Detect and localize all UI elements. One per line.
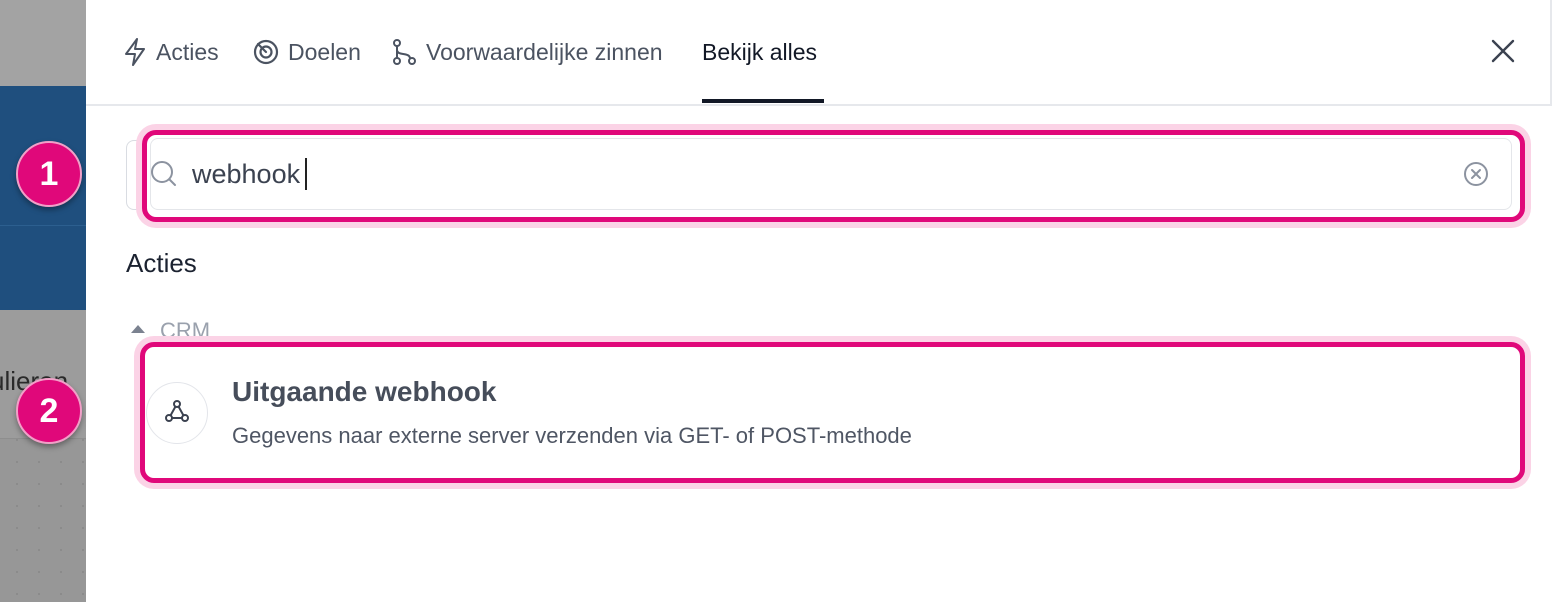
action-picker-panel: Acties Doelen Voorwaardelijke zinnen Bek… xyxy=(86,0,1552,602)
search-input[interactable] xyxy=(192,154,1432,194)
tab-bar: Acties Doelen Voorwaardelijke zinnen Bek… xyxy=(86,0,1552,106)
tab-label: Bekijk alles xyxy=(702,38,818,65)
tab-acties[interactable]: Acties xyxy=(122,0,219,104)
tab-label: Acties xyxy=(156,38,219,65)
bolt-icon xyxy=(122,37,148,67)
branch-icon xyxy=(390,38,418,66)
close-icon xyxy=(1490,38,1516,69)
divider xyxy=(0,225,86,226)
caret-up-icon xyxy=(130,322,146,340)
tab-voorwaardelijke-zinnen[interactable]: Voorwaardelijke zinnen xyxy=(390,0,663,104)
result-item-description: Gegevens naar externe server verzenden v… xyxy=(232,423,912,448)
item-icon-container xyxy=(146,382,208,444)
text-caret xyxy=(305,158,307,190)
background-header xyxy=(0,0,86,86)
result-item-outgoing-webhook[interactable] xyxy=(140,342,1525,483)
search-icon xyxy=(150,160,178,193)
group-toggle-crm[interactable]: CRM xyxy=(130,318,210,344)
step-badge-2: 2 xyxy=(16,378,82,444)
webhook-icon xyxy=(162,396,192,431)
background-canvas xyxy=(0,439,86,602)
step-badge-1: 1 xyxy=(16,141,82,207)
section-title: Acties xyxy=(126,248,197,278)
tab-label: Doelen xyxy=(288,38,361,65)
result-item-title: Uitgaande webhook xyxy=(232,376,497,407)
active-tab-indicator xyxy=(702,99,824,103)
group-label: CRM xyxy=(160,318,211,343)
tab-doelen[interactable]: Doelen xyxy=(252,0,361,104)
close-button[interactable] xyxy=(1486,36,1520,70)
target-icon xyxy=(252,38,280,66)
clear-search-icon[interactable] xyxy=(1462,160,1490,193)
tab-label: Voorwaardelijke zinnen xyxy=(426,38,663,65)
tab-bekijk-alles[interactable]: Bekijk alles xyxy=(702,0,817,104)
